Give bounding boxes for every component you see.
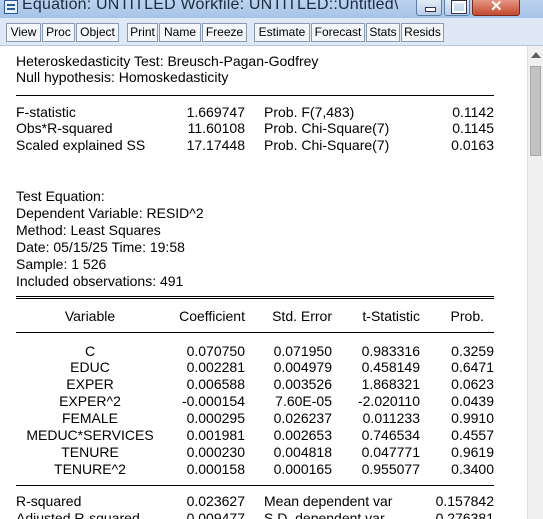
method: Method: Least Squares	[16, 222, 161, 238]
coefficient: 0.002281	[186, 359, 245, 375]
scroll-thumb[interactable]	[530, 66, 541, 156]
prob: 0.3400	[451, 461, 494, 477]
forecast-button[interactable]: Forecast	[311, 23, 365, 42]
window-menu-icon[interactable]	[4, 0, 18, 14]
variable-name: C	[84, 343, 96, 359]
col-header-t-statistic: t-Statistic	[362, 308, 420, 324]
coefficient: -0.000154	[181, 393, 245, 409]
coefficient: 0.000295	[186, 410, 245, 426]
minimize-button[interactable]	[416, 0, 442, 16]
test-name: Heteroskedasticity Test: Breusch-Pagan-G…	[16, 53, 319, 69]
std-error: 0.004979	[273, 359, 332, 375]
stat-value: 1.669747	[186, 104, 245, 120]
stat-label: Scaled explained SS	[16, 137, 146, 153]
t-statistic: 1.868321	[361, 376, 420, 392]
summary-label-2: Mean dependent var	[264, 493, 393, 509]
prob: 0.3259	[451, 343, 494, 359]
window-title: Equation: UNTITLED Workfile: UNTITLED::U…	[22, 0, 399, 13]
scroll-up-arrow-icon[interactable]	[531, 52, 541, 58]
t-statistic: 0.011233	[362, 410, 420, 426]
variable-name: TENURE^2	[54, 461, 126, 477]
divider	[16, 95, 494, 96]
divider	[16, 296, 494, 297]
prob: 0.0439	[451, 393, 494, 409]
std-error: 0.000165	[273, 461, 332, 477]
prob: 0.9619	[451, 444, 494, 460]
dependent-variable: Dependent Variable: RESID^2	[16, 205, 204, 221]
view-button[interactable]: View	[6, 23, 41, 42]
stat-value: 17.17448	[186, 137, 245, 153]
std-error: 0.003526	[273, 376, 332, 392]
summary-value-2: 0.157842	[435, 493, 494, 509]
summary-value: 0.023627	[186, 493, 245, 509]
prob-label: Prob. F(7,483)	[264, 104, 355, 120]
summary-value: 0.009477	[186, 510, 245, 519]
coefficient: 0.006588	[186, 376, 245, 392]
divider	[16, 485, 494, 486]
prob: 0.9910	[451, 410, 494, 426]
prob: 0.0623	[451, 376, 494, 392]
variable-name: TENURE	[61, 444, 119, 460]
std-error: 0.071950	[273, 343, 332, 359]
name-button[interactable]: Name	[159, 23, 201, 42]
maximize-button[interactable]	[444, 0, 470, 16]
t-statistic: 0.746534	[361, 427, 420, 443]
prob-value: 0.1145	[452, 120, 494, 136]
std-error: 0.002653	[273, 427, 332, 443]
t-statistic: -2.020110	[357, 393, 420, 409]
prob: 0.6471	[451, 359, 494, 375]
coefficient: 0.001981	[186, 427, 245, 443]
print-button[interactable]: Print	[127, 23, 158, 42]
std-error: 0.026237	[273, 410, 332, 426]
summary-label: Adjusted R-squared	[16, 510, 140, 519]
included-observations: Included observations: 491	[16, 273, 184, 289]
summary-label-2: S.D. dependent var	[264, 510, 385, 519]
proc-button[interactable]: Proc	[42, 23, 75, 42]
resids-button[interactable]: Resids	[401, 23, 444, 42]
prob-label: Prob. Chi-Square(7)	[264, 137, 390, 153]
divider	[16, 332, 494, 333]
std-error: 7.60E-05	[275, 393, 332, 409]
stat-label: Obs*R-squared	[16, 120, 113, 136]
test-equation-title: Test Equation:	[16, 188, 105, 204]
equation-toolbar: View Proc Object Print Name Freeze Estim…	[0, 18, 543, 46]
divider	[16, 298, 494, 299]
std-error: 0.004818	[273, 444, 332, 460]
estimate-button[interactable]: Estimate	[254, 23, 310, 42]
t-statistic: 0.983316	[361, 343, 420, 359]
freeze-button[interactable]: Freeze	[202, 23, 247, 42]
variable-name: EXPER	[66, 376, 114, 392]
prob-value: 0.0163	[451, 137, 494, 153]
col-header-variable: Variable	[64, 308, 116, 324]
t-statistic: 0.047771	[361, 444, 420, 460]
object-button[interactable]: Object	[76, 23, 119, 42]
coefficient: 0.070750	[186, 343, 245, 359]
stat-value: 11.60108	[187, 120, 245, 136]
null-hypothesis: Null hypothesis: Homoskedasticity	[16, 69, 229, 85]
col-header-std-error: Std. Error	[272, 308, 332, 324]
variable-name: EXPER^2	[59, 393, 121, 409]
variable-name: EDUC	[70, 359, 110, 375]
close-button[interactable]	[472, 0, 520, 16]
output-spreadsheet[interactable]: Heteroskedasticity Test: Breusch-Pagan-G…	[0, 46, 527, 519]
date-time: Date: 05/15/25 Time: 19:58	[16, 239, 185, 255]
stat-label: F-statistic	[16, 104, 76, 120]
vertical-scrollbar[interactable]	[527, 46, 543, 519]
summary-label: R-squared	[16, 493, 82, 509]
variable-name: FEMALE	[61, 410, 118, 426]
col-header-coefficient: Coefficient	[179, 308, 245, 324]
t-statistic: 0.458149	[361, 359, 420, 375]
sample: Sample: 1 526	[16, 256, 107, 272]
coefficient: 0.000158	[186, 461, 245, 477]
summary-value-2: 0.276381	[435, 510, 494, 519]
t-statistic: 0.955077	[361, 461, 420, 477]
coefficient: 0.000230	[186, 444, 245, 460]
window-titlebar[interactable]: Equation: UNTITLED Workfile: UNTITLED::U…	[0, 0, 543, 18]
prob: 0.4557	[451, 427, 494, 443]
prob-label: Prob. Chi-Square(7)	[264, 120, 390, 136]
prob-value: 0.1142	[452, 104, 494, 120]
col-header-prob: Prob.	[450, 308, 484, 324]
stats-button[interactable]: Stats	[366, 23, 400, 42]
variable-name: MEDUC*SERVICES	[26, 427, 154, 443]
